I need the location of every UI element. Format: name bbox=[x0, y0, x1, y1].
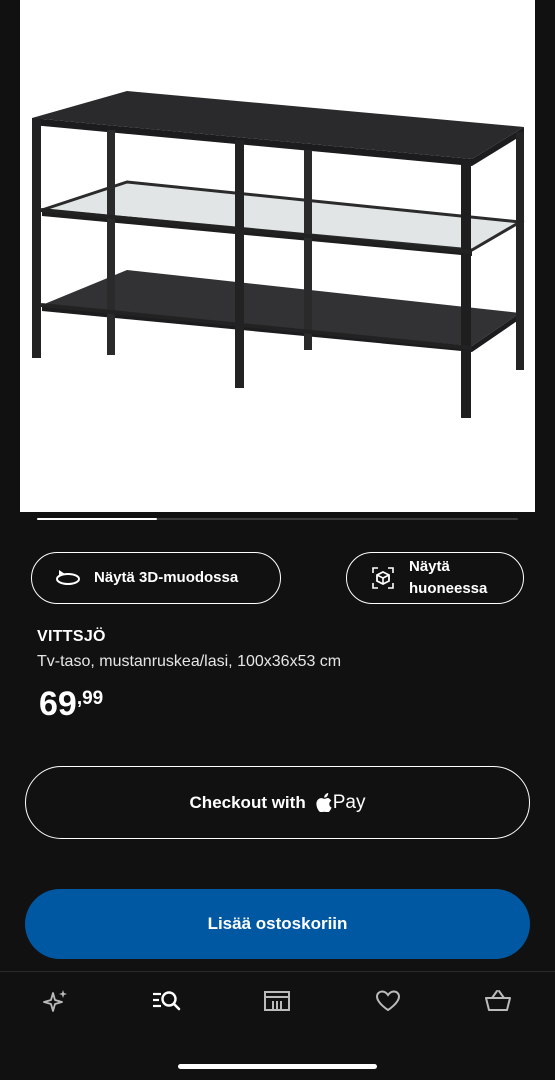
bottom-tab-bar bbox=[0, 985, 555, 1021]
tab-stores[interactable] bbox=[259, 985, 295, 1021]
view-in-room-label: Näytä huoneessa bbox=[409, 558, 488, 597]
add-to-cart-button[interactable]: Lisää ostoskoriin bbox=[25, 889, 530, 959]
view-in-room-button[interactable]: Näytä huoneessa bbox=[346, 552, 524, 604]
apple-logo-icon bbox=[316, 793, 332, 812]
price-decimal: ,99 bbox=[76, 688, 104, 709]
tv-stand-illustration bbox=[32, 91, 525, 418]
carousel-progress-fill bbox=[37, 518, 158, 520]
tab-search[interactable] bbox=[148, 985, 184, 1021]
tab-inspiration[interactable] bbox=[38, 985, 74, 1021]
ar-cube-icon bbox=[369, 566, 397, 590]
home-indicator[interactable] bbox=[178, 1064, 377, 1069]
view-3d-button[interactable]: Näytä 3D-muodossa bbox=[31, 552, 281, 604]
product-image[interactable] bbox=[20, 0, 535, 512]
apple-pay-suffix: Pay bbox=[332, 791, 366, 813]
price-integer: 69 bbox=[39, 685, 77, 723]
tab-favourites[interactable] bbox=[370, 985, 406, 1021]
add-to-cart-label: Lisää ostoskoriin bbox=[207, 914, 348, 933]
heart-icon bbox=[375, 989, 401, 1018]
search-list-icon bbox=[151, 989, 181, 1018]
apple-pay-checkout-button[interactable]: Checkout with Pay bbox=[25, 766, 530, 839]
rotate-3d-icon bbox=[54, 566, 82, 590]
store-icon bbox=[263, 989, 291, 1018]
carousel-progress-track bbox=[37, 518, 518, 520]
apple-pay-prefix: Checkout with bbox=[189, 792, 306, 812]
product-description: Tv-taso, mustanruskea/lasi, 100x36x53 cm bbox=[37, 653, 342, 670]
product-price: 69 ,99 bbox=[39, 684, 103, 724]
tab-cart[interactable] bbox=[480, 985, 516, 1021]
tabbar-divider bbox=[0, 971, 555, 972]
view-3d-label: Näytä 3D-muodossa bbox=[94, 569, 239, 586]
sparkle-icon bbox=[43, 988, 69, 1019]
product-name[interactable]: VITTSJÖ bbox=[37, 628, 106, 646]
basket-icon bbox=[483, 988, 513, 1019]
